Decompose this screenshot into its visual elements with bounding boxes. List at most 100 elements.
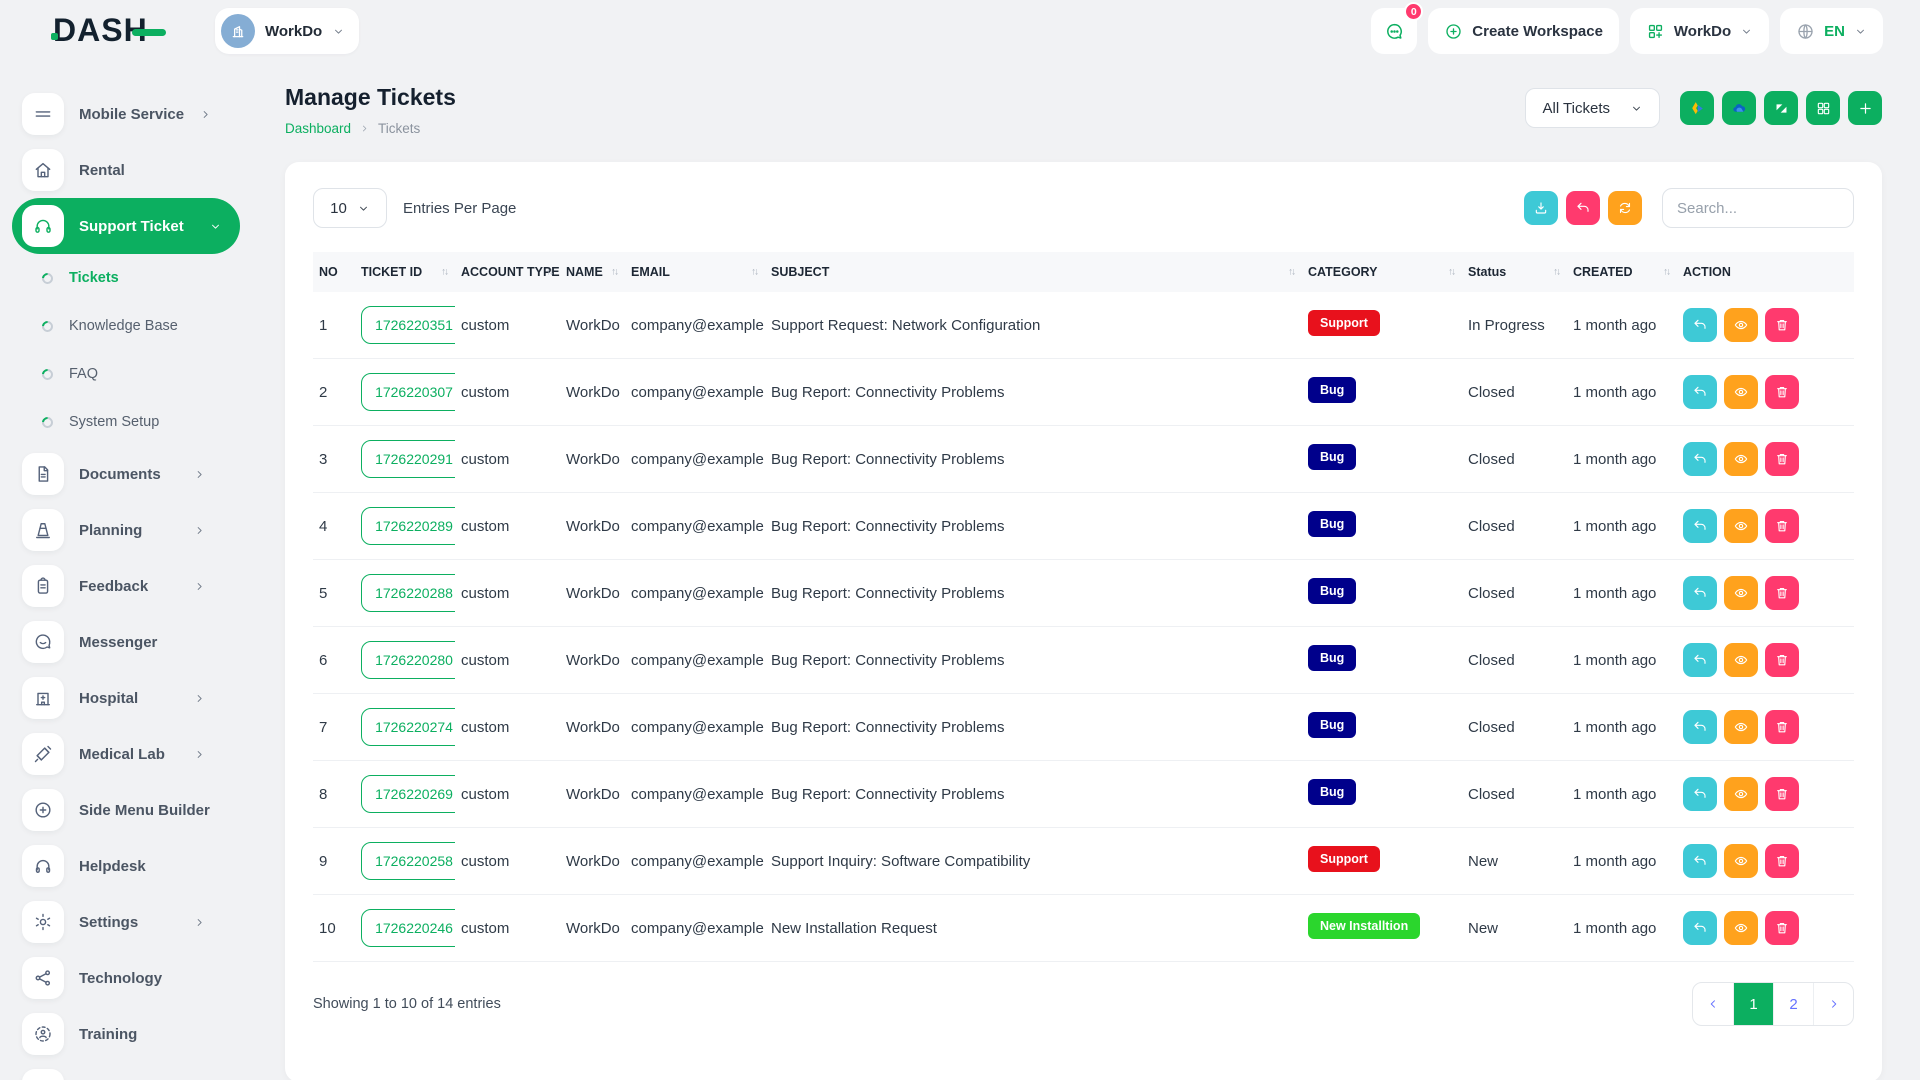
row-action-reply-button[interactable]	[1683, 375, 1717, 409]
ticket-id-button[interactable]: 1726220307	[361, 373, 455, 411]
column-email[interactable]: EMAIL↑↓	[625, 252, 765, 292]
header-action-adsense-button[interactable]	[1680, 91, 1714, 125]
row-action-view-button[interactable]	[1724, 576, 1758, 610]
row-action-reply-button[interactable]	[1683, 643, 1717, 677]
app-menu-button[interactable]: WorkDo	[1630, 8, 1769, 54]
column-ticket-id[interactable]: TICKET ID↑↓	[355, 252, 455, 292]
ticket-id-button[interactable]: 1726220291	[361, 440, 455, 478]
sidebar-item-planning[interactable]: Planning	[0, 502, 232, 558]
ticket-id-button[interactable]: 1726220280	[361, 641, 455, 679]
row-action-reply-button[interactable]	[1683, 911, 1717, 945]
app-logo[interactable]: DASH	[53, 12, 166, 49]
row-action-view-button[interactable]	[1724, 911, 1758, 945]
row-action-delete-button[interactable]	[1765, 576, 1799, 610]
sidebar-subitem-faq[interactable]: FAQ	[0, 350, 232, 398]
row-action-delete-button[interactable]	[1765, 509, 1799, 543]
ticket-id-button[interactable]: 1726220246	[361, 909, 455, 947]
pagination-page-2[interactable]: 2	[1773, 983, 1813, 1025]
sidebar-item-support-ticket[interactable]: Support Ticket	[12, 198, 240, 254]
sidebar-item-medical-lab[interactable]: Medical Lab	[0, 726, 232, 782]
sidebar-subitem-system-setup[interactable]: System Setup	[0, 398, 232, 446]
sidebar-item-technology[interactable]: Technology	[0, 950, 232, 1006]
row-action-delete-button[interactable]	[1765, 911, 1799, 945]
column-name[interactable]: NAME↑↓	[560, 252, 625, 292]
sort-icon[interactable]: ↑↓	[1663, 267, 1669, 278]
row-action-view-button[interactable]	[1724, 509, 1758, 543]
sidebar-item-training[interactable]: Training	[0, 1006, 232, 1062]
breadcrumb-dashboard[interactable]: Dashboard	[285, 121, 351, 136]
row-action-delete-button[interactable]	[1765, 710, 1799, 744]
undo-button[interactable]	[1566, 191, 1600, 225]
sort-icon[interactable]: ↑↓	[611, 267, 617, 278]
sidebar-subitem-knowledge-base[interactable]: Knowledge Base	[0, 302, 232, 350]
row-action-delete-button[interactable]	[1765, 375, 1799, 409]
sidebar-item-rental[interactable]: Rental	[0, 142, 232, 198]
sort-icon[interactable]: ↑↓	[1553, 267, 1559, 278]
row-action-view-button[interactable]	[1724, 777, 1758, 811]
refresh-button[interactable]	[1608, 191, 1642, 225]
search-input[interactable]	[1662, 188, 1854, 228]
sort-icon[interactable]: ↑↓	[441, 267, 447, 278]
sidebar-item-settings[interactable]: Settings	[0, 894, 232, 950]
header-action-zendesk-button[interactable]	[1764, 91, 1798, 125]
export-button[interactable]	[1524, 191, 1558, 225]
sidebar-item-side-menu-builder[interactable]: Side Menu Builder	[0, 782, 232, 838]
column-category[interactable]: CATEGORY↑↓	[1302, 252, 1462, 292]
row-action-reply-button[interactable]	[1683, 576, 1717, 610]
column-subject[interactable]: SUBJECT↑↓	[765, 252, 1302, 292]
sidebar-item-mobile-service[interactable]: Mobile Service	[0, 86, 232, 142]
row-action-reply-button[interactable]	[1683, 308, 1717, 342]
row-action-reply-button[interactable]	[1683, 777, 1717, 811]
ticket-filter-select[interactable]: All Tickets	[1525, 88, 1660, 128]
pagination-next-button[interactable]	[1813, 983, 1853, 1025]
sort-icon[interactable]: ↑↓	[751, 267, 757, 278]
pagination-prev-button[interactable]	[1693, 983, 1733, 1025]
row-action-view-button[interactable]	[1724, 442, 1758, 476]
sidebar-item-hospital[interactable]: Hospital	[0, 670, 232, 726]
header-action-grid-view-button[interactable]	[1806, 91, 1840, 125]
row-action-view-button[interactable]	[1724, 643, 1758, 677]
row-action-reply-button[interactable]	[1683, 442, 1717, 476]
sidebar-item-helpdesk[interactable]: Helpdesk	[0, 838, 232, 894]
row-action-delete-button[interactable]	[1765, 442, 1799, 476]
ticket-id-cell: 1726220351	[355, 292, 455, 359]
workspace-switcher[interactable]: WorkDo	[215, 8, 359, 54]
language-button[interactable]: EN	[1780, 8, 1883, 54]
ticket-id-button[interactable]: 1726220269	[361, 775, 455, 813]
pagination-page-1[interactable]: 1	[1733, 983, 1773, 1025]
row-action-delete-button[interactable]	[1765, 308, 1799, 342]
create-workspace-button[interactable]: Create Workspace	[1428, 8, 1619, 54]
column-status[interactable]: Status↑↓	[1462, 252, 1567, 292]
entries-per-page-select[interactable]: 10	[313, 188, 387, 228]
column-created[interactable]: CREATED↑↓	[1567, 252, 1677, 292]
ticket-id-button[interactable]: 1726220288	[361, 574, 455, 612]
header-action-onedrive-button[interactable]	[1722, 91, 1756, 125]
messages-button[interactable]: 0	[1371, 8, 1417, 54]
row-action-delete-button[interactable]	[1765, 844, 1799, 878]
sidebar-item-feedback[interactable]: Feedback	[0, 558, 232, 614]
ticket-id-button[interactable]: 1726220258	[361, 842, 455, 880]
row-action-view-button[interactable]	[1724, 308, 1758, 342]
sort-icon[interactable]: ↑↓	[1288, 267, 1294, 278]
row-action-reply-button[interactable]	[1683, 509, 1717, 543]
row-action-reply-button[interactable]	[1683, 844, 1717, 878]
row-action-view-button[interactable]	[1724, 844, 1758, 878]
column-account-type[interactable]: ACCOUNT TYPE↑↓	[455, 252, 560, 292]
sidebar-item-messenger[interactable]: Messenger	[0, 614, 232, 670]
gear-icon	[22, 901, 64, 943]
row-action-delete-button[interactable]	[1765, 643, 1799, 677]
row-action-view-button[interactable]	[1724, 710, 1758, 744]
table-row: 71726220274customWorkDocompany@example.c…	[313, 694, 1854, 761]
row-action-reply-button[interactable]	[1683, 710, 1717, 744]
ticket-id-button[interactable]: 1726220274	[361, 708, 455, 746]
header-action-add-ticket-button[interactable]	[1848, 91, 1882, 125]
sidebar-subitem-tickets[interactable]: Tickets	[0, 254, 232, 302]
sort-icon[interactable]: ↑↓	[546, 267, 552, 278]
sidebar-item-label: Medical Lab	[79, 746, 165, 763]
row-action-view-button[interactable]	[1724, 375, 1758, 409]
row-action-delete-button[interactable]	[1765, 777, 1799, 811]
sort-icon[interactable]: ↑↓	[1448, 267, 1454, 278]
sidebar-item-documents[interactable]: Documents	[0, 446, 232, 502]
ticket-id-button[interactable]: 1726220289	[361, 507, 455, 545]
ticket-id-button[interactable]: 1726220351	[361, 306, 455, 344]
